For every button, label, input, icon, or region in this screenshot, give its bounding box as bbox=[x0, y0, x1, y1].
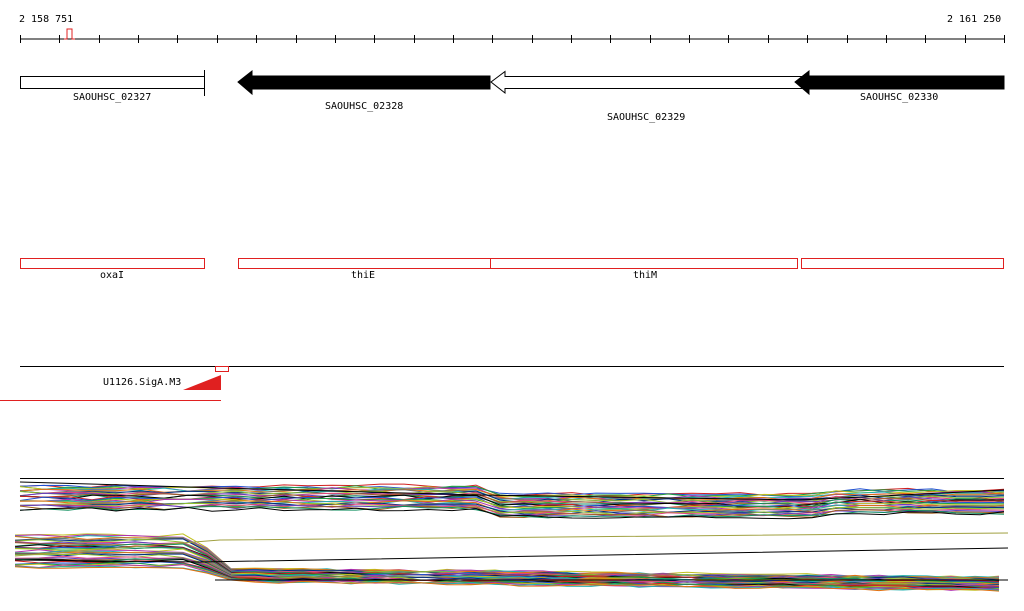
promoter-signal-triangle bbox=[183, 375, 221, 390]
gene-saouhsc-02330[interactable] bbox=[794, 69, 1005, 96]
gene-label-saouhsc-02329: SAOUHSC_02329 bbox=[607, 112, 686, 123]
annotation-unnamed-box[interactable] bbox=[801, 258, 1004, 269]
promoter-box[interactable] bbox=[215, 366, 229, 372]
promoter-label: U1126.SigA.M3 bbox=[103, 377, 182, 388]
expression-profile-track bbox=[14, 478, 1009, 592]
annotation-oxai-box[interactable] bbox=[20, 258, 205, 269]
annotation-thim-box[interactable] bbox=[490, 258, 798, 269]
gene-saouhsc-02329[interactable] bbox=[490, 70, 804, 95]
gene-track bbox=[20, 69, 1005, 96]
ruler bbox=[20, 28, 1005, 43]
gene-saouhsc-02328[interactable] bbox=[237, 69, 491, 96]
annotation-label-thim: thiM bbox=[633, 270, 658, 281]
annotation-track bbox=[20, 258, 1004, 269]
gene-label-saouhsc-02330: SAOUHSC_02330 bbox=[860, 92, 939, 103]
gene-label-saouhsc-02328: SAOUHSC_02328 bbox=[325, 101, 404, 112]
gene-label-saouhsc-02327: SAOUHSC_02327 bbox=[73, 92, 152, 103]
annotation-thie-box[interactable] bbox=[238, 258, 491, 269]
annotation-label-thie: thiE bbox=[351, 270, 376, 281]
annotation-label-oxai: oxaI bbox=[100, 270, 125, 281]
ruler-position-marker[interactable] bbox=[64, 28, 75, 40]
expression-profile-lines bbox=[14, 481, 1009, 592]
expression-profile-line bbox=[14, 536, 1000, 580]
